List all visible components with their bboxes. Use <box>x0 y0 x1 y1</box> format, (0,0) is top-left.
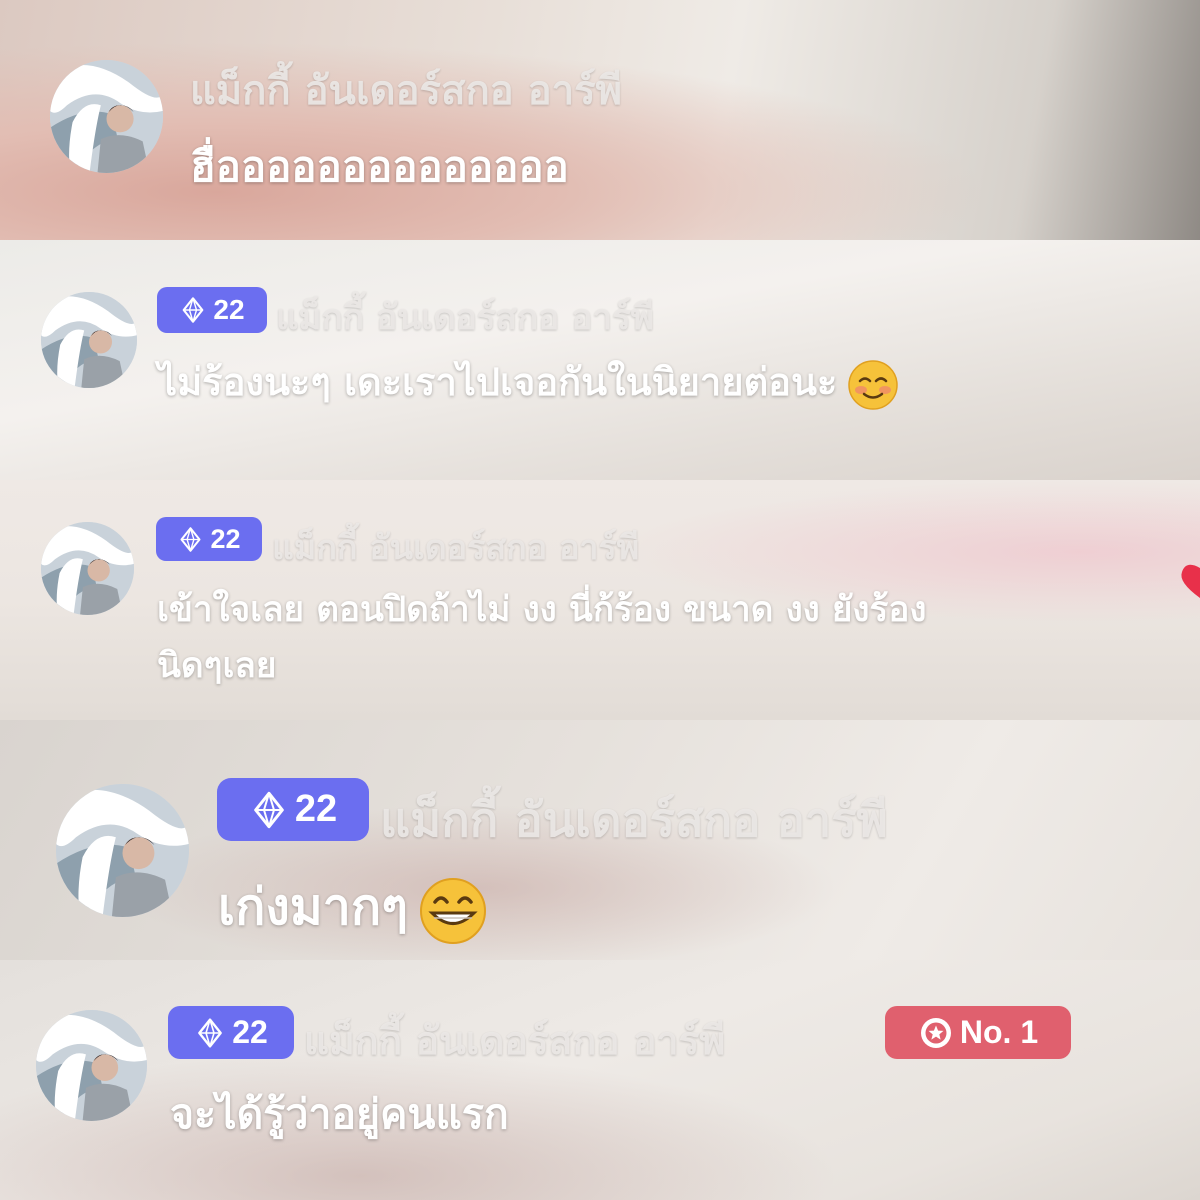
comment-message: ไม่ร้องนะๆ เดะเราไปเจอกันในนิยายต่อนะ <box>158 351 899 412</box>
username-label[interactable]: แม็กกี้ อันเดอร์สกอ อาร์พี <box>272 520 639 574</box>
rank-label: No. 1 <box>959 1014 1039 1050</box>
video-background <box>0 960 1200 1200</box>
diamond-icon <box>194 1017 226 1049</box>
username-label[interactable]: แม็กกี้ อันเดอร์สกอ อาร์พี <box>304 1010 725 1072</box>
comment-strip-3: 22 แม็กกี้ อันเดอร์สกอ อาร์พี เข้าใจเลย … <box>0 480 1200 720</box>
comment-strip-1: แม็กกี้ อันเดอร์สกอ อาร์พี ฮื่ออออออออออ… <box>0 0 1200 240</box>
level-badge: 22 <box>168 1006 294 1059</box>
comment-message: ฮื่ออออออออออออออ <box>190 142 569 191</box>
diamond-icon <box>177 526 204 553</box>
level-number: 22 <box>232 1014 268 1050</box>
heart-icon[interactable] <box>1178 558 1200 602</box>
grinning-emoji <box>418 876 488 946</box>
smiling-blush-emoji <box>847 359 899 411</box>
level-number: 22 <box>210 523 241 554</box>
user-avatar[interactable] <box>41 522 134 615</box>
user-avatar[interactable] <box>56 784 189 917</box>
comment-message-text: ไม่ร้องนะๆ เดะเราไปเจอกันในนิยายต่อนะ <box>158 360 838 404</box>
level-badge: 22 <box>157 287 267 333</box>
comment-strip-4: 22 แม็กกี้ อันเดอร์สกอ อาร์พี เก่งมากๆ <box>0 720 1200 960</box>
user-avatar[interactable] <box>36 1010 147 1121</box>
level-badge: 22 <box>156 517 262 561</box>
comment-message-text: เก่งมากๆ <box>218 878 408 936</box>
comment-message: เก่งมากๆ <box>218 868 488 947</box>
username-label[interactable]: แม็กกี้ อันเดอร์สกอ อาร์พี <box>190 58 622 122</box>
level-number: 22 <box>213 294 245 325</box>
level-number: 22 <box>294 788 338 830</box>
user-avatar[interactable] <box>50 60 163 173</box>
comment-strip-2: 22 แม็กกี้ อันเดอร์สกอ อาร์พี ไม่ร้องนะๆ… <box>0 240 1200 480</box>
diamond-icon <box>249 790 289 830</box>
username-label[interactable]: แม็กกี้ อันเดอร์สกอ อาร์พี <box>380 782 888 857</box>
username-label[interactable]: แม็กกี้ อันเดอร์สกอ อาร์พี <box>276 290 654 345</box>
comment-message-line-2: นิดๆเลย <box>157 646 277 686</box>
comment-strip-5: 22 แม็กกี้ อันเดอร์สกอ อาร์พี No. 1 จะได… <box>0 960 1200 1200</box>
comment-message-line-1: เข้าใจเลย ตอนปิดถ้าไม่ งง นี่ก้ร้อง ขนาด… <box>157 590 927 630</box>
comment-message: จะได้รู้ว่าอยู่คนแรก <box>170 1090 509 1138</box>
rank-badge: No. 1 <box>885 1006 1071 1059</box>
user-avatar[interactable] <box>41 292 137 388</box>
level-badge: 22 <box>217 778 369 841</box>
diamond-icon <box>179 296 207 324</box>
medal-icon <box>918 1015 954 1051</box>
